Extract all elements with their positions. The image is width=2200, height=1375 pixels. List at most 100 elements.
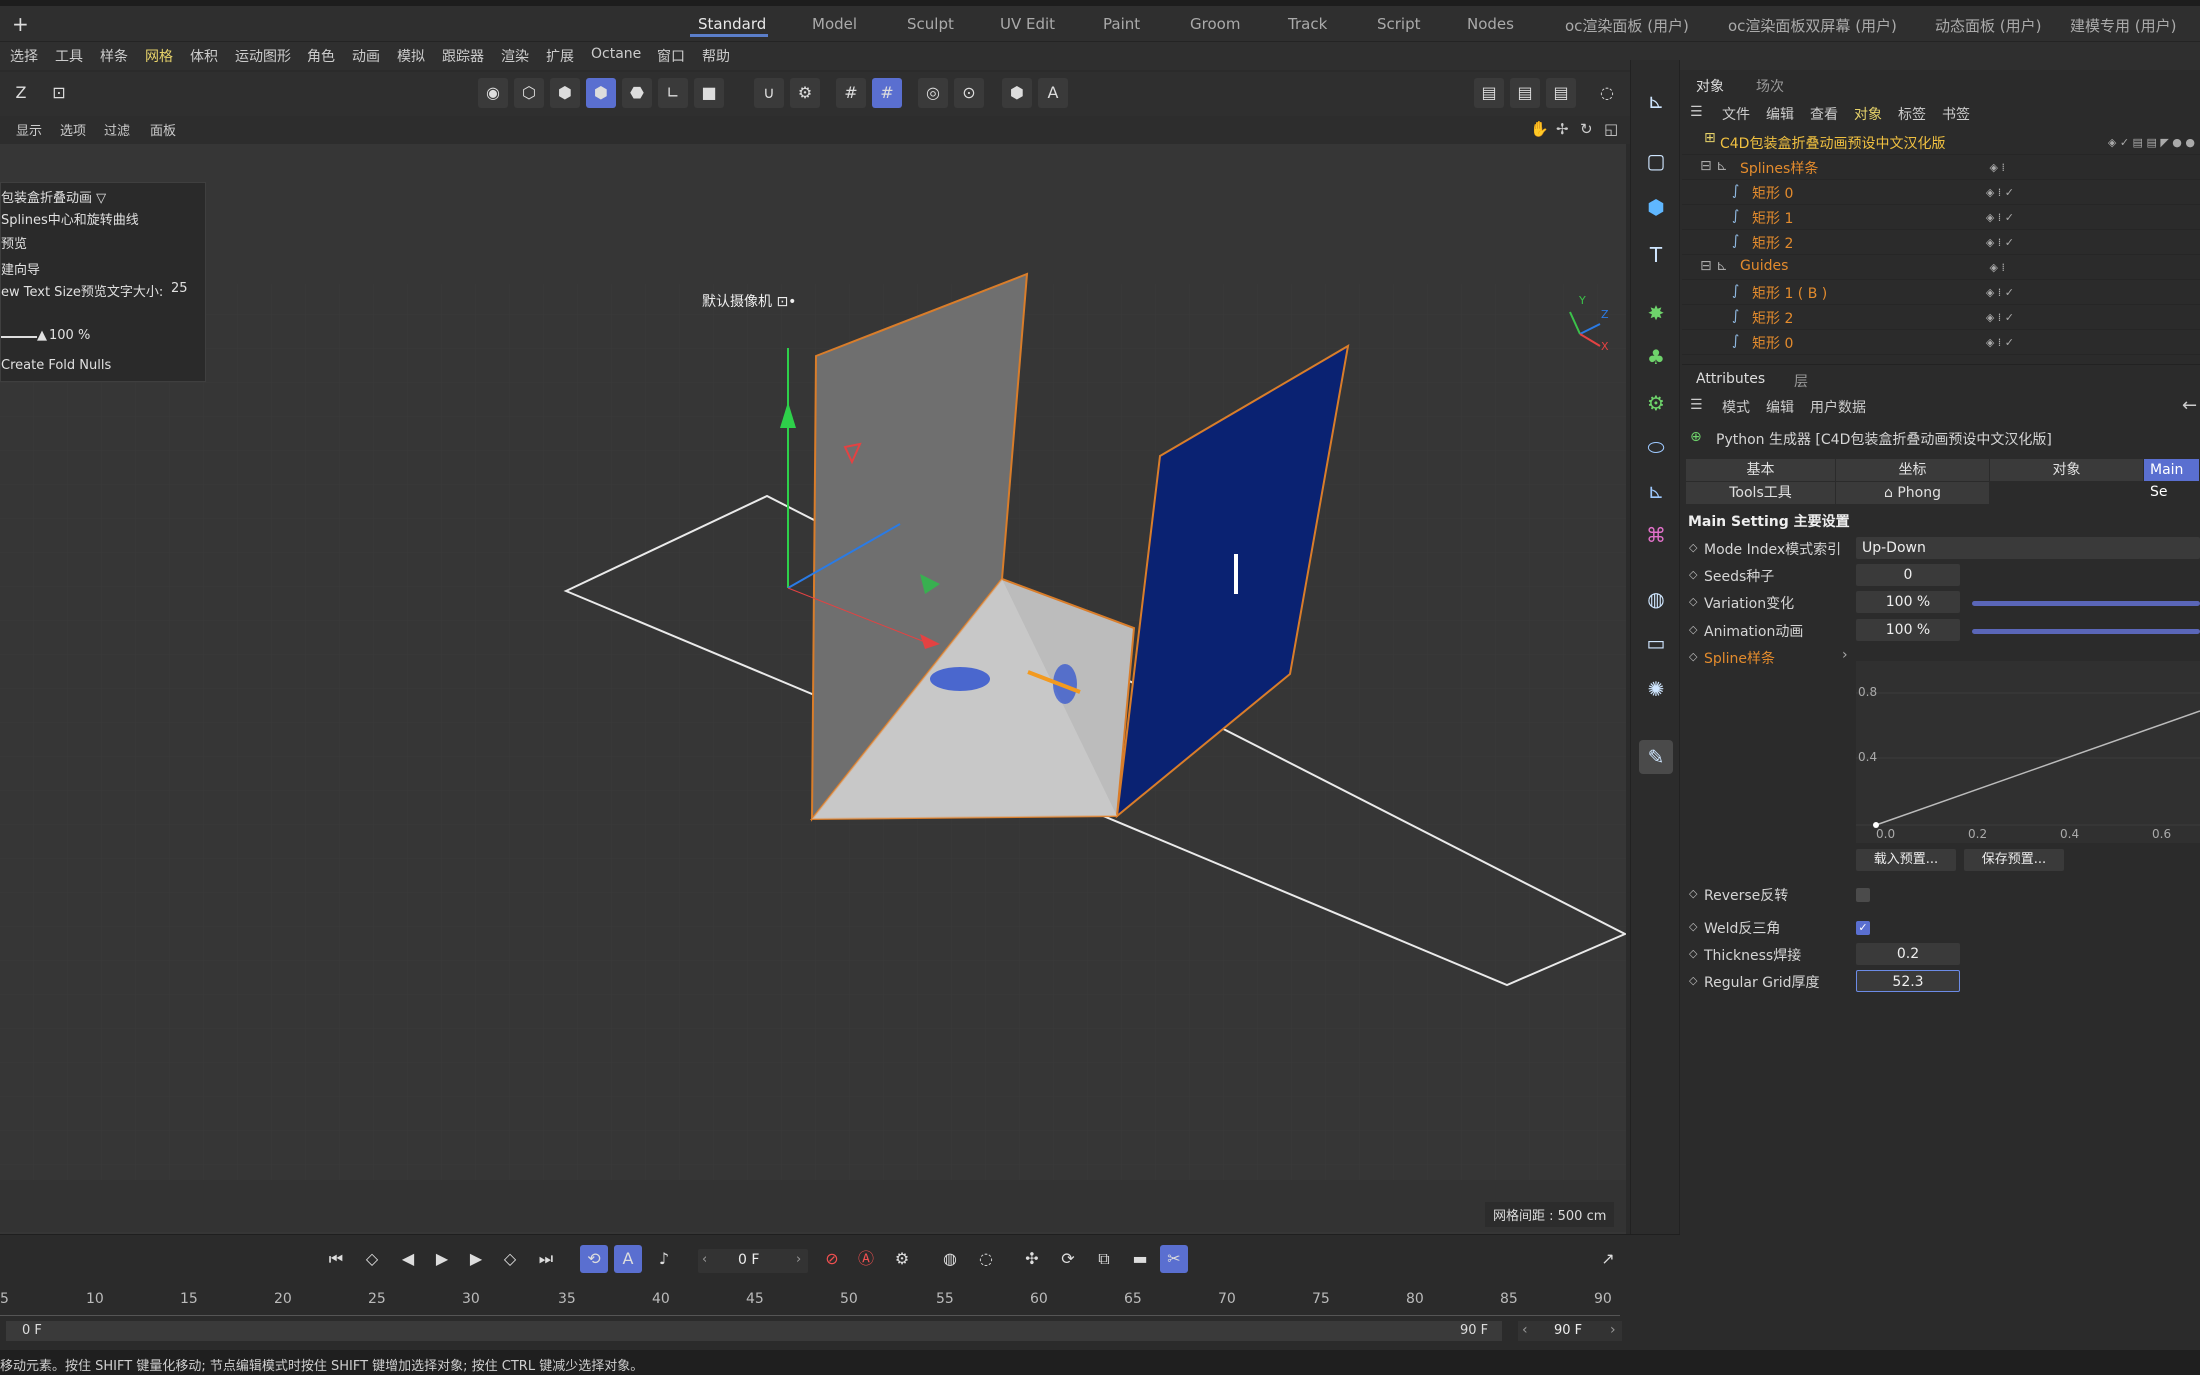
menu-item[interactable]: 扩展 — [546, 46, 574, 66]
visibility-icons[interactable]: ◈ ⁞ ✓ — [1986, 236, 2014, 249]
menu-item[interactable]: Octane — [591, 46, 641, 62]
render-view-icon[interactable]: ⬢ — [1002, 78, 1032, 108]
object-row[interactable]: ⊟ ⊾ Guides ◈ ⁞ — [1682, 255, 2200, 280]
text-icon[interactable]: T — [1639, 238, 1673, 272]
hud-row[interactable]: 建向导 — [1, 259, 40, 278]
go-to-start-icon[interactable]: ⏮ — [322, 1245, 350, 1273]
z-axis-lock-icon[interactable]: Z — [6, 78, 36, 108]
seeds-field[interactable]: 0 — [1856, 564, 1960, 586]
regular-grid-field[interactable]: 52.3 — [1856, 970, 1960, 992]
visibility-icons[interactable]: ◈ ⁞ — [1990, 261, 2005, 274]
snap-enable-icon[interactable]: # — [872, 78, 902, 108]
pla-key-icon[interactable]: ✂ — [1160, 1245, 1188, 1273]
move-camera-icon[interactable]: ✢ — [1556, 120, 1569, 138]
viewport-menu-item[interactable]: 显示 — [16, 120, 42, 139]
object-menu-item[interactable]: 书签 — [1942, 104, 1970, 124]
object-menu-item[interactable]: 标签 — [1898, 104, 1926, 124]
light-icon[interactable]: ✺ — [1639, 672, 1673, 706]
menu-item[interactable]: 动画 — [352, 46, 380, 66]
animation-field[interactable]: 100 % — [1856, 619, 1960, 641]
rotate-camera-icon[interactable]: ↻ — [1580, 120, 1593, 138]
layout-tab[interactable]: Script — [1377, 15, 1421, 33]
polygons-mode-icon[interactable]: ⬢ — [550, 78, 580, 108]
object-name[interactable]: 矩形 2 — [1752, 233, 1793, 253]
layout-tab[interactable]: Sculpt — [907, 15, 954, 33]
model-mode-icon[interactable]: ⬢ — [586, 78, 616, 108]
load-preset-button[interactable]: 载入预置... — [1856, 849, 1956, 871]
spline-graph[interactable]: 0.8 0.4 0.0 0.2 0.4 0.6 — [1856, 661, 2200, 843]
settings-icon[interactable]: ⚙ — [790, 78, 820, 108]
edit-icon[interactable]: ✎ — [1639, 740, 1673, 774]
visibility-icons[interactable]: ◈ ⁞ — [1990, 161, 2005, 174]
picture-viewer-icon[interactable]: ◌ — [1592, 78, 1622, 108]
maximize-view-icon[interactable]: ◱ — [1604, 120, 1618, 138]
hud-title[interactable]: 包装盒折叠动画 ▽ — [1, 187, 106, 206]
end-frame-field[interactable]: ‹ 90 F › — [1518, 1321, 1622, 1341]
tab-objects[interactable]: 对象 — [1696, 76, 1724, 96]
object-name[interactable]: C4D包装盒折叠动画预设中文汉化版 — [1720, 133, 1945, 153]
object-name[interactable]: 矩形 0 — [1752, 333, 1793, 353]
keyframe-diamond-icon[interactable]: ◇ — [1689, 595, 1697, 608]
key-filter-icon[interactable]: ◌ — [972, 1245, 1000, 1273]
menu-item[interactable]: 样条 — [100, 46, 128, 66]
axis-mode-icon[interactable]: ∟ — [658, 78, 688, 108]
tag-icons[interactable]: ◈ ✓ ▤ ▤ ◤ ● ● — [2108, 136, 2195, 149]
layout-tab[interactable]: oc渲染面板 (用户) — [1565, 15, 1689, 36]
scale-key-icon[interactable]: ⧉ — [1090, 1245, 1118, 1273]
attr-tab-tools[interactable]: Tools工具 — [1686, 482, 1836, 504]
increment-icon[interactable]: › — [796, 1252, 801, 1267]
layout-tab[interactable]: Model — [812, 15, 857, 33]
auto-key-icon[interactable]: A — [614, 1245, 642, 1273]
pan-icon[interactable]: ✋ — [1530, 120, 1549, 138]
object-row[interactable]: ∫ 矩形 0 ◈ ⁞ ✓ — [1682, 330, 2200, 355]
visibility-icons[interactable]: ◈ ⁞ ✓ — [1986, 286, 2014, 299]
attr-tab-basic[interactable]: 基本 — [1686, 459, 1836, 481]
layout-tab[interactable]: Groom — [1190, 15, 1240, 33]
play-icon[interactable]: ▶ — [428, 1245, 456, 1273]
snap-grid-icon[interactable]: # — [836, 78, 866, 108]
tab-layers[interactable]: 层 — [1794, 371, 1808, 391]
keyframe-settings-icon[interactable]: ⚙ — [888, 1245, 916, 1273]
object-row[interactable]: ∫ 矩形 2 ◈ ⁞ ✓ — [1682, 305, 2200, 330]
render-active-icon[interactable]: ▤ — [1510, 78, 1540, 108]
workplane-icon[interactable]: ◎ — [918, 78, 948, 108]
magnet-icon[interactable]: ∪ — [754, 78, 784, 108]
range-bar[interactable]: 0 F 90 F — [6, 1321, 1502, 1341]
mode-index-dropdown[interactable]: Up-Down — [1856, 537, 2200, 559]
object-name[interactable]: 矩形 1 ( B ) — [1752, 283, 1827, 303]
motion-icon[interactable]: ◍ — [936, 1245, 964, 1273]
hud-text-size-value[interactable]: 25 — [171, 281, 188, 296]
attr-menu-item[interactable]: 模式 — [1722, 397, 1750, 417]
go-to-end-icon[interactable]: ⏭ — [532, 1245, 560, 1273]
sound-icon[interactable]: ♪ — [650, 1245, 678, 1273]
spline-expand-icon[interactable]: › — [1842, 647, 1848, 663]
object-menu-item[interactable]: 查看 — [1810, 104, 1838, 124]
hud-row[interactable]: Splines中心和旋转曲线 — [1, 209, 139, 228]
keyframe-diamond-icon[interactable]: ◇ — [1689, 920, 1697, 933]
expand-icon[interactable]: ⊟ ⊾ — [1700, 158, 1728, 174]
uv-mode-icon[interactable]: ■ — [694, 78, 724, 108]
object-name[interactable]: 矩形 0 — [1752, 183, 1793, 203]
visibility-icons[interactable]: ◈ ⁞ ✓ — [1986, 336, 2014, 349]
layout-tab[interactable]: 建模专用 (用户) — [2070, 15, 2176, 36]
visibility-icons[interactable]: ◈ ⁞ ✓ — [1986, 311, 2014, 324]
keyframe-diamond-icon[interactable]: ◇ — [1689, 568, 1697, 581]
hud-slider-thumb-icon[interactable]: ▲ — [37, 328, 47, 343]
tab-attributes[interactable]: Attributes — [1696, 371, 1765, 387]
deformer-icon[interactable]: ⚙ — [1639, 386, 1673, 420]
coordinate-system-icon[interactable]: ⊡ — [44, 78, 74, 108]
render-settings-icon[interactable]: ▤ — [1546, 78, 1576, 108]
layout-tab[interactable]: 动态面板 (用户) — [1935, 15, 2041, 36]
generator-icon[interactable]: ✸ — [1639, 296, 1673, 330]
record-icon[interactable]: ⊘ — [818, 1245, 846, 1273]
object-name[interactable]: Splines样条 — [1740, 158, 1818, 178]
camera-label[interactable]: 默认摄像机 ⊡• — [702, 291, 796, 311]
attr-tab-main-setting[interactable]: Main Se — [2144, 459, 2200, 500]
next-frame-icon[interactable]: ▶ — [462, 1245, 490, 1273]
move-key-icon[interactable]: ✣ — [1018, 1245, 1046, 1273]
clapper-icon[interactable]: ▤ — [1474, 78, 1504, 108]
variation-slider[interactable] — [1972, 601, 2200, 606]
menu-item[interactable]: 角色 — [307, 46, 335, 66]
hamburger-icon[interactable]: ☰ — [1690, 104, 1703, 120]
rotate-key-icon[interactable]: ⟳ — [1054, 1245, 1082, 1273]
